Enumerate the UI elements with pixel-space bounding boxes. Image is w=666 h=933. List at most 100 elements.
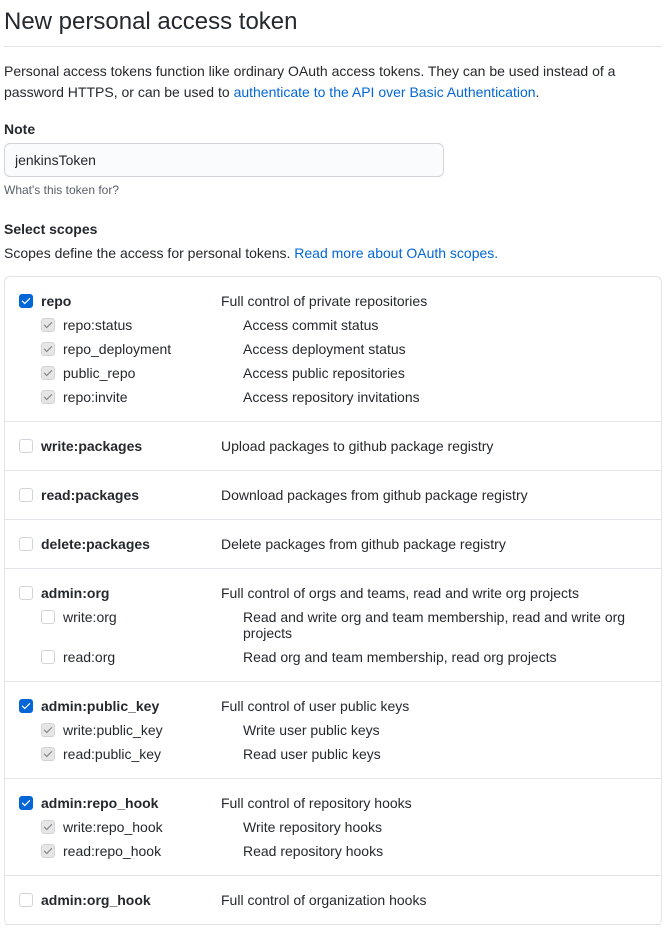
scope-name: public_repo (63, 365, 243, 381)
scope-row-parent: delete:packagesDelete packages from gith… (19, 532, 647, 556)
scope-desc: Read repository hooks (243, 843, 647, 859)
scope-name: repo_deployment (63, 341, 243, 357)
scope-desc: Full control of private repositories (221, 293, 647, 309)
checkbox-admin-org-1[interactable] (41, 650, 55, 664)
scope-desc: Full control of repository hooks (221, 795, 647, 811)
checkbox-col (19, 536, 41, 551)
scope-group-delete-packages: delete:packagesDelete packages from gith… (5, 520, 661, 569)
scope-desc: Write user public keys (243, 722, 647, 738)
checkbox-write-packages[interactable] (19, 439, 33, 453)
scope-group-admin-org-hook: admin:org_hookFull control of organizati… (5, 876, 661, 925)
intro-link[interactable]: authenticate to the API over Basic Authe… (234, 84, 536, 100)
scopes-intro-before: Scopes define the access for personal to… (4, 245, 294, 261)
checkbox-admin-repo-hook-0[interactable] (41, 820, 55, 834)
scope-name: read:packages (41, 487, 221, 503)
checkbox-repo-1[interactable] (41, 342, 55, 356)
scope-desc: Access public repositories (243, 365, 647, 381)
scope-desc: Upload packages to github package regist… (221, 438, 647, 454)
intro-text: Personal access tokens function like ord… (4, 61, 662, 103)
scope-desc: Access repository invitations (243, 389, 647, 405)
scope-name: repo (41, 293, 221, 309)
scope-desc: Full control of organization hooks (221, 892, 647, 908)
checkbox-col (19, 892, 41, 907)
scope-row-child: write:repo_hookWrite repository hooks (19, 815, 647, 839)
checkbox-col (19, 438, 41, 453)
scope-row-parent: admin:repo_hookFull control of repositor… (19, 791, 647, 815)
checkbox-repo-0[interactable] (41, 318, 55, 332)
scope-name: repo:status (63, 317, 243, 333)
scope-row-parent: read:packagesDownload packages from gith… (19, 483, 647, 507)
note-help-text: What's this token for? (4, 183, 662, 197)
scope-desc: Read org and team membership, read org p… (243, 649, 647, 665)
scope-row-child: write:orgRead and write org and team mem… (19, 605, 647, 645)
checkbox-admin-repo-hook[interactable] (19, 796, 33, 810)
scope-row-child: repo:statusAccess commit status (19, 313, 647, 337)
checkbox-read-packages[interactable] (19, 488, 33, 502)
checkbox-col (19, 487, 41, 502)
scope-desc: Write repository hooks (243, 819, 647, 835)
scope-row-child: public_repoAccess public repositories (19, 361, 647, 385)
scopes-intro-link[interactable]: Read more about OAuth scopes. (294, 245, 498, 261)
note-input[interactable] (4, 143, 444, 177)
scope-row-parent: write:packagesUpload packages to github … (19, 434, 647, 458)
scope-desc: Read user public keys (243, 746, 647, 762)
scope-name: write:public_key (63, 722, 243, 738)
checkbox-col (41, 722, 63, 737)
checkbox-col (19, 698, 41, 713)
scope-group-admin-org: admin:orgFull control of orgs and teams,… (5, 569, 661, 682)
scope-name: write:repo_hook (63, 819, 243, 835)
checkbox-repo-2[interactable] (41, 366, 55, 380)
checkbox-admin-public-key[interactable] (19, 699, 33, 713)
checkbox-admin-org-0[interactable] (41, 610, 55, 624)
checkbox-admin-org-hook[interactable] (19, 893, 33, 907)
note-label: Note (4, 121, 662, 137)
checkbox-col (41, 843, 63, 858)
checkbox-delete-packages[interactable] (19, 537, 33, 551)
scope-name: write:org (63, 609, 243, 625)
scope-group-read-packages: read:packagesDownload packages from gith… (5, 471, 661, 520)
checkbox-col (41, 365, 63, 380)
scope-desc: Full control of orgs and teams, read and… (221, 585, 647, 601)
scope-group-write-packages: write:packagesUpload packages to github … (5, 422, 661, 471)
checkbox-admin-repo-hook-1[interactable] (41, 844, 55, 858)
checkbox-repo-3[interactable] (41, 390, 55, 404)
scope-desc: Download packages from github package re… (221, 487, 647, 503)
checkbox-col (41, 649, 63, 664)
scope-row-parent: admin:org_hookFull control of organizati… (19, 888, 647, 912)
checkbox-admin-public-key-0[interactable] (41, 723, 55, 737)
scope-name: write:packages (41, 438, 221, 454)
scope-name: read:org (63, 649, 243, 665)
scope-name: read:repo_hook (63, 843, 243, 859)
scope-desc: Full control of user public keys (221, 698, 647, 714)
checkbox-col (41, 389, 63, 404)
scope-desc: Delete packages from github package regi… (221, 536, 647, 552)
scope-row-child: read:orgRead org and team membership, re… (19, 645, 647, 669)
scope-name: delete:packages (41, 536, 221, 552)
scope-row-child: read:public_keyRead user public keys (19, 742, 647, 766)
checkbox-col (19, 795, 41, 810)
checkbox-admin-public-key-1[interactable] (41, 747, 55, 761)
scope-desc: Access commit status (243, 317, 647, 333)
scope-name: admin:public_key (41, 698, 221, 714)
scopes-label: Select scopes (4, 221, 662, 237)
checkbox-col (41, 317, 63, 332)
scope-row-child: repo:inviteAccess repository invitations (19, 385, 647, 409)
checkbox-admin-org[interactable] (19, 586, 33, 600)
scopes-container: repoFull control of private repositories… (4, 276, 662, 925)
scopes-intro: Scopes define the access for personal to… (4, 243, 662, 264)
scope-group-admin-repo-hook: admin:repo_hookFull control of repositor… (5, 779, 661, 876)
checkbox-col (19, 293, 41, 308)
checkbox-col (41, 609, 63, 624)
checkbox-col (41, 819, 63, 834)
scope-row-child: read:repo_hookRead repository hooks (19, 839, 647, 863)
scope-name: repo:invite (63, 389, 243, 405)
checkbox-repo[interactable] (19, 294, 33, 308)
scope-row-parent: admin:public_keyFull control of user pub… (19, 694, 647, 718)
scope-name: read:public_key (63, 746, 243, 762)
scope-desc: Access deployment status (243, 341, 647, 357)
checkbox-col (41, 746, 63, 761)
scope-desc: Read and write org and team membership, … (243, 609, 647, 641)
checkbox-col (41, 341, 63, 356)
scope-row-parent: admin:orgFull control of orgs and teams,… (19, 581, 647, 605)
scope-row-child: repo_deploymentAccess deployment status (19, 337, 647, 361)
